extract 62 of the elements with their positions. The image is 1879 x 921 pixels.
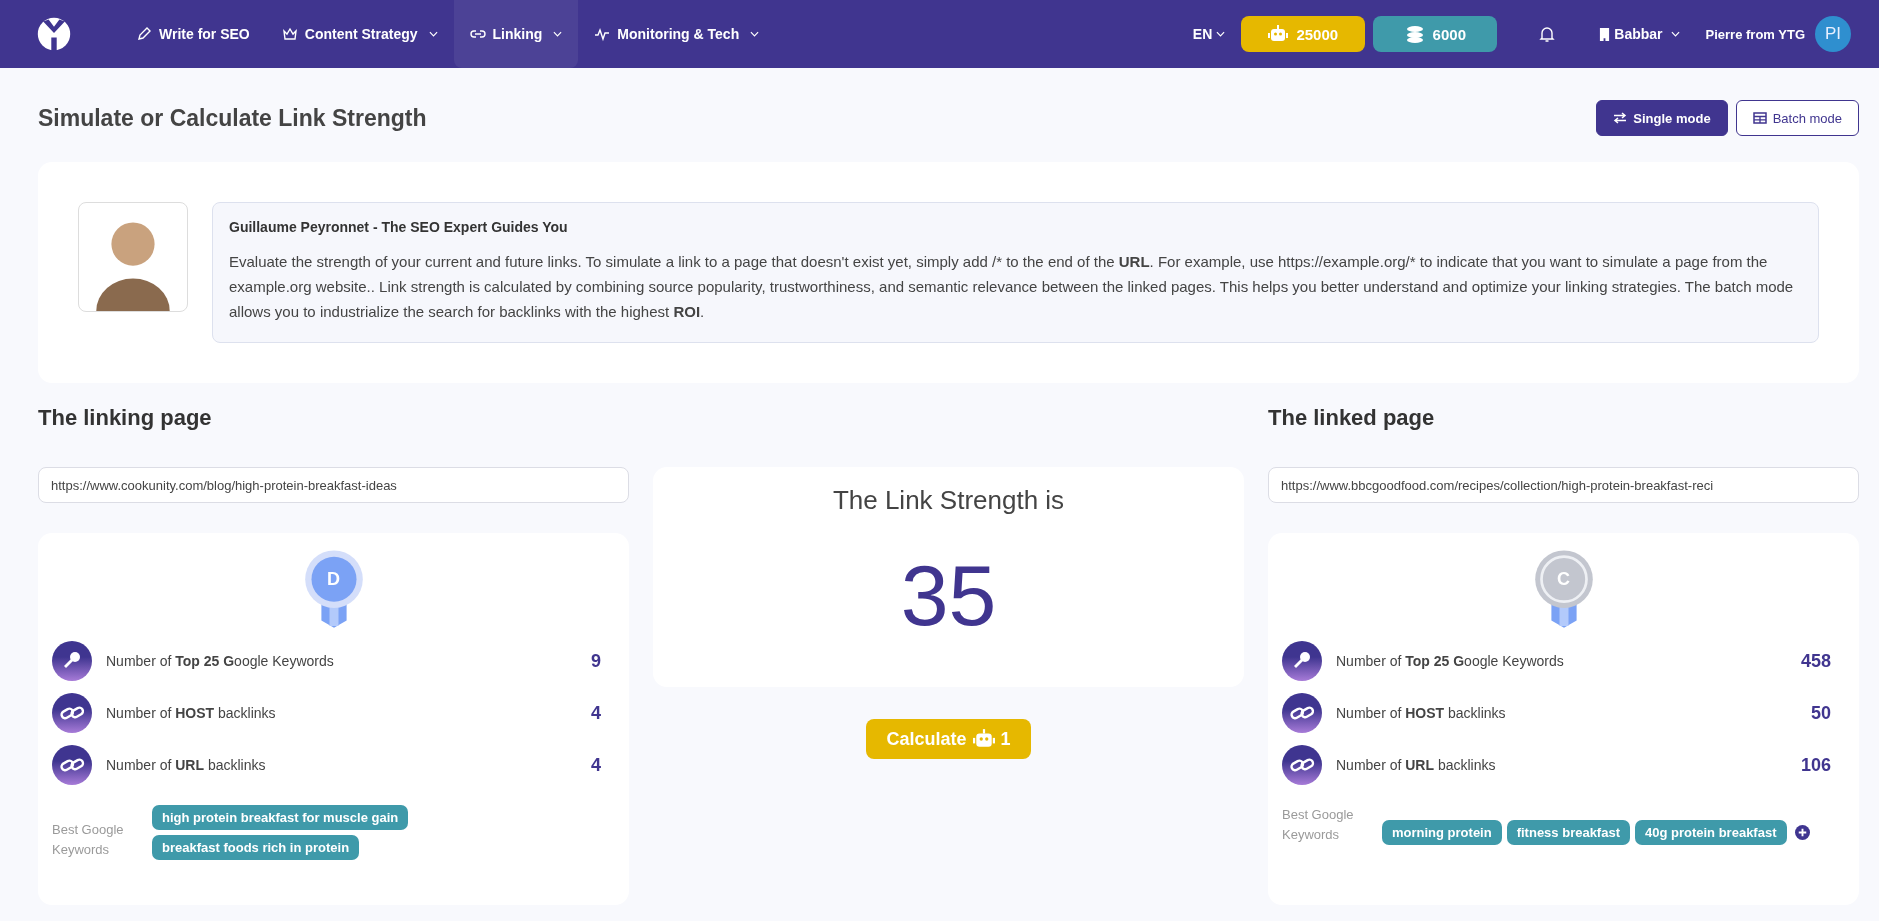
logo-icon[interactable]	[36, 16, 72, 52]
workspace-selector[interactable]: Babbar	[1599, 26, 1680, 42]
user-name[interactable]: Pierre from YTG	[1705, 26, 1805, 42]
stat-label: Number of Top 25 Google Keywords	[106, 653, 335, 669]
nav-menu-item[interactable]: Linking	[453, 0, 579, 68]
url-input-field[interactable]: https://www.cookunity.com/blog/high-protein-breakfast-ideas	[38, 467, 629, 503]
table-icon	[1752, 112, 1767, 124]
keywords-label: Best Google Keywords	[52, 821, 125, 859]
stat-value: 106	[1800, 754, 1831, 776]
caret-icon	[1216, 31, 1226, 37]
stat-value: 50	[1810, 702, 1831, 724]
keyword-tag: high protein breakfast for muscle gain	[152, 805, 409, 830]
caret-icon	[553, 31, 563, 37]
nav-menu-item[interactable]: Write for SEO	[120, 0, 266, 68]
chain-link-icon	[52, 693, 92, 733]
chain-link-icon	[1282, 693, 1322, 733]
caret-icon	[1670, 31, 1680, 37]
stat-value: 9	[591, 650, 601, 672]
section-heading: The linking page	[38, 405, 213, 432]
pencil-icon	[136, 26, 152, 42]
stat-value: 458	[1800, 650, 1831, 672]
result-heading: The Link Strength is	[832, 485, 1065, 516]
crown-icon	[281, 26, 298, 42]
medal-grade: D	[326, 569, 341, 589]
keyword-tag: morning protein	[1382, 820, 1502, 845]
pulse-icon	[594, 26, 611, 42]
section-heading: The linked page	[1268, 405, 1436, 432]
chain-link-icon	[1282, 745, 1322, 785]
key-icon	[1282, 641, 1322, 681]
link-strength-value: 35	[900, 546, 997, 645]
stat-label: Number of HOST backlinks	[1336, 705, 1507, 721]
keyword-tag: breakfast foods rich in protein	[152, 835, 360, 860]
url-input-field[interactable]: https://www.bbcgoodfood.com/recipes/collection/high-protein-breakfast-reci	[1268, 467, 1859, 503]
stat-label: Number of URL backlinks	[1336, 757, 1497, 773]
building-icon	[1599, 27, 1611, 41]
keyword-tag: fitness breakfast	[1506, 820, 1630, 845]
caret-icon	[428, 31, 438, 37]
medal-grade: C	[1556, 569, 1571, 589]
language-selector[interactable]: EN	[1192, 26, 1226, 42]
chain-link-icon	[52, 745, 92, 785]
stat-label: Number of URL backlinks	[106, 757, 267, 773]
caret-icon	[750, 31, 760, 37]
stat-label: Number of HOST backlinks	[106, 705, 277, 721]
keywords-label: Best Google Keywords	[1282, 806, 1355, 844]
robot-icon	[972, 729, 995, 749]
page-title: Simulate or Calculate Link Strength	[38, 104, 427, 132]
plus-icon[interactable]	[1794, 825, 1810, 840]
key-icon	[52, 641, 92, 681]
swap-arrows-icon	[1613, 112, 1628, 124]
bell-icon[interactable]	[1539, 25, 1556, 43]
robot-icon	[1268, 25, 1289, 43]
tip-text: Evaluate the strength of your current and future links. To simulate a link to a page that doesn't exist yet, simply add /* to the end of the URL. For example, use https://example.org/* to indicate that you want to simulate a page from the example.org website.. Link strength is calculated by combining source popularity, trustworthiness, and semantic relevance between the linked pages. This helps you better understand and optimize your linking strategies. The batch mode allows you to industrialize the search for backlinks with the highest ROI.	[229, 252, 1795, 322]
stat-label: Number of Top 25 Google Keywords	[1336, 653, 1565, 669]
nav-menu-item[interactable]: Monitoring & Tech	[578, 0, 776, 68]
stat-value: 4	[591, 754, 601, 776]
keyword-tag: 40g protein breakfast	[1635, 820, 1787, 845]
mode-button[interactable]: Single mode	[1596, 100, 1728, 136]
stat-value: 4	[591, 702, 601, 724]
coins-icon	[1404, 25, 1425, 43]
nav-menu-item[interactable]: Content Strategy	[265, 0, 454, 68]
tip-heading: Guillaume Peyronnet - The SEO Expert Guides You	[229, 219, 569, 235]
mode-button[interactable]: Batch mode	[1735, 100, 1859, 136]
